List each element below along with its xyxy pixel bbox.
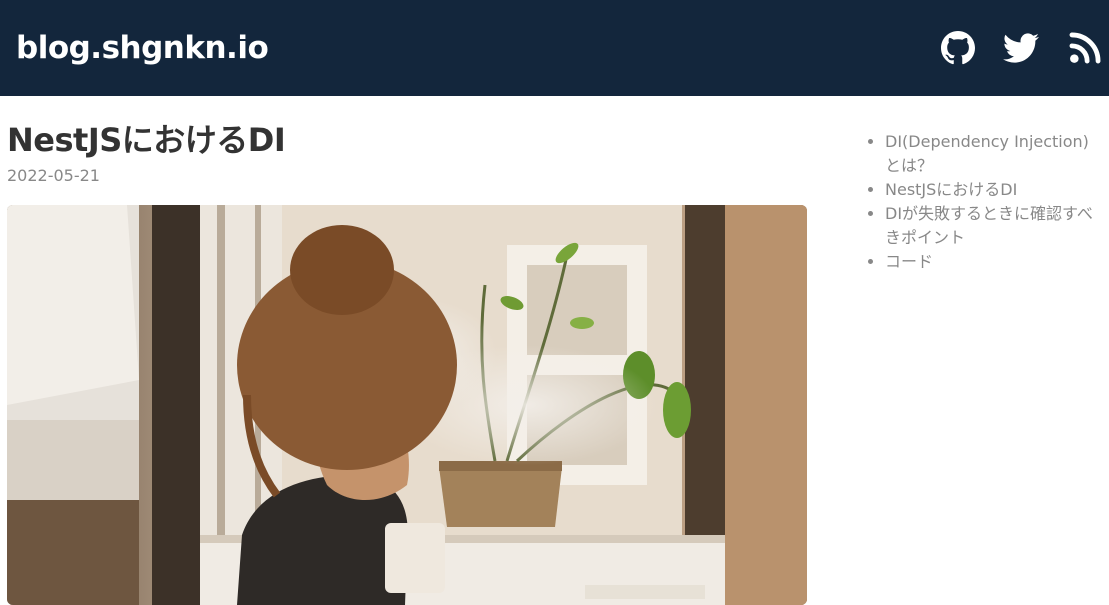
toc-link-nestjs-di[interactable]: NestJSにおけるDI <box>885 180 1017 199</box>
twitter-link[interactable] <box>1003 29 1039 67</box>
twitter-icon <box>1003 33 1039 63</box>
hero-image <box>7 205 807 605</box>
github-icon <box>941 31 975 65</box>
toc-item: NestJSにおけるDI <box>885 178 1097 202</box>
toc-item: DI(Dependency Injection)とは？ <box>885 130 1097 178</box>
toc-link-code[interactable]: コード <box>885 252 933 271</box>
post-date: 2022-05-21 <box>7 166 100 185</box>
rss-icon <box>1069 32 1101 64</box>
rss-link[interactable] <box>1069 29 1101 67</box>
site-header: blog.shgnkn.io <box>0 0 1109 96</box>
toc-item: DIが失敗するときに確認すべきポイント <box>885 202 1097 250</box>
article: NestJSにおけるDI 2022-05-21 <box>7 118 807 188</box>
github-link[interactable] <box>941 29 975 67</box>
toc-link-di-failure-points[interactable]: DIが失敗するときに確認すべきポイント <box>885 204 1093 247</box>
toc-item: コード <box>885 250 1097 274</box>
toc-link-di-definition[interactable]: DI(Dependency Injection)とは？ <box>885 132 1089 175</box>
table-of-contents: DI(Dependency Injection)とは？ NestJSにおけるDI… <box>867 130 1097 274</box>
site-title-link[interactable]: blog.shgnkn.io <box>16 26 269 70</box>
post-title: NestJSにおけるDI <box>7 121 286 159</box>
